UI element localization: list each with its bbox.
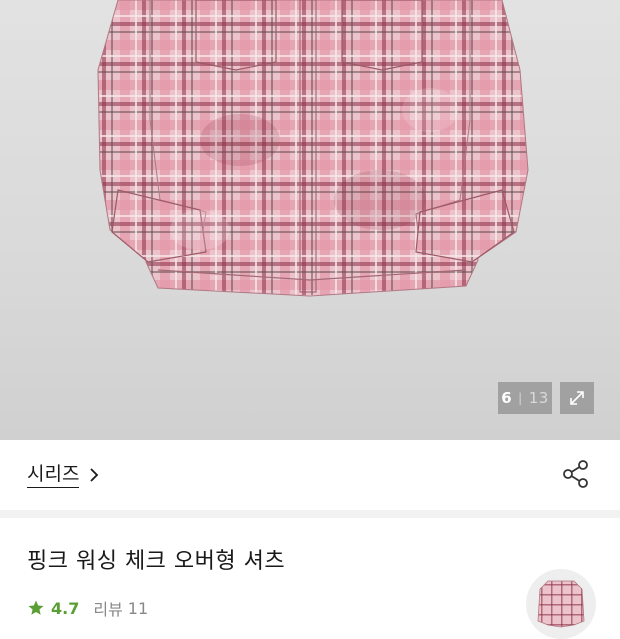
review-count: 11: [127, 598, 149, 618]
rating-score: 4.7: [51, 598, 80, 618]
section-divider: [0, 510, 620, 518]
share-button[interactable]: [561, 459, 591, 489]
series-label: 시리즈: [27, 462, 80, 488]
expand-arrow-icon: [570, 391, 584, 405]
product-thumbnail[interactable]: [526, 569, 596, 639]
expand-image-button[interactable]: [560, 382, 594, 414]
product-image: [97, 0, 529, 297]
rating-row[interactable]: 4.7 리뷰 11: [27, 596, 148, 620]
image-current-index: 6: [501, 389, 513, 407]
image-counter-separator: |: [518, 391, 523, 405]
image-total-count: 13: [528, 389, 549, 407]
chevron-right-icon: [89, 467, 99, 483]
series-row: 시리즈: [0, 440, 620, 510]
product-image-gallery[interactable]: 6 | 13: [0, 0, 620, 440]
image-counter: 6 | 13: [498, 382, 552, 414]
product-title: 핑크 워싱 체크 오버형 셔츠: [27, 549, 286, 574]
thumbnail-image: [537, 580, 585, 628]
share-icon: [563, 460, 588, 488]
series-link[interactable]: 시리즈: [27, 462, 99, 488]
star-icon: [28, 600, 44, 615]
review-label: 리뷰: [93, 600, 123, 619]
